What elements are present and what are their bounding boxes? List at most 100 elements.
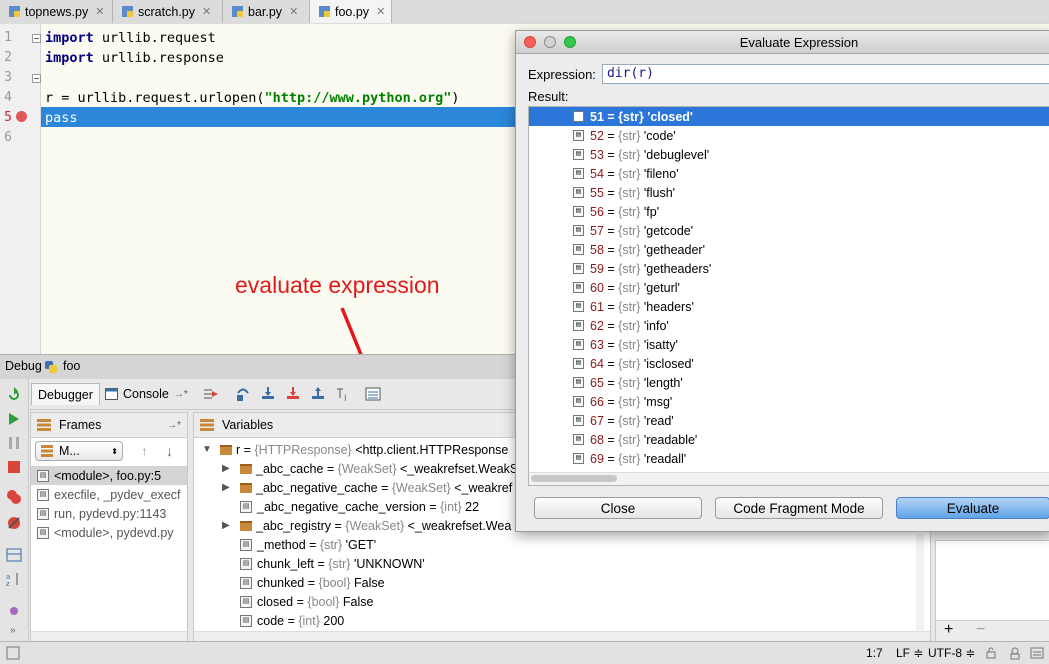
frame-item[interactable]: ▤ run, pydevd.py:1143 [37,504,166,523]
breakpoint-icon[interactable] [16,111,27,122]
variable-row[interactable]: ▤ chunked = {bool} False [222,573,385,592]
line-separator[interactable]: LF ≑ [896,646,923,660]
close-tab-icon[interactable]: ✕ [202,5,211,18]
rerun-icon[interactable] [6,387,22,403]
frame-item[interactable]: ▤ <module>, pydevd.py [37,523,174,542]
tool-window-toggle-icon[interactable] [6,646,20,660]
variable-row[interactable]: ▤ closed = {bool} False [222,592,373,611]
fold-icon[interactable] [32,34,41,43]
show-execution-point-icon[interactable] [203,386,219,402]
more-icon[interactable]: » [10,625,16,636]
tab-debugger[interactable]: Debugger [31,383,100,405]
tab-foo[interactable]: foo.py ✕ [310,0,392,23]
previous-frame-icon[interactable]: ↑ [141,443,148,459]
debug-left-toolbar: az » [0,379,29,641]
result-row[interactable]: ▤ 59 = {str} 'getheaders' [529,259,1049,278]
result-type: {str} [618,318,641,333]
result-type: {str} [618,185,641,200]
result-row[interactable]: ▤ 52 = {str} 'code' [529,126,1049,145]
view-breakpoints-icon[interactable] [6,489,22,505]
variable-row[interactable]: ▤ _method = {str} 'GET' [222,535,376,554]
result-row[interactable]: ▤ 56 = {str} 'fp' [529,202,1049,221]
lock-icon[interactable] [985,647,997,659]
result-row[interactable]: ▤ 62 = {str} 'info' [529,316,1049,335]
layout-icon[interactable] [6,547,22,563]
file-encoding[interactable]: UTF-8 ≑ [928,646,975,660]
result-row[interactable]: ▤ 63 = {str} 'isatty' [529,335,1049,354]
resume-icon[interactable] [6,411,22,427]
result-row[interactable]: ▤ 65 = {str} 'length' [529,373,1049,392]
result-row[interactable]: ▤ 68 = {str} 'readable' [529,430,1049,449]
variable-row[interactable]: ▤ code = {int} 200 [222,611,344,630]
next-frame-icon[interactable]: ↓ [166,443,173,459]
evaluate-expression-icon[interactable] [365,386,381,402]
expanded-arrow-icon[interactable]: ▼ [202,444,212,455]
result-row[interactable]: ▤ 69 = {str} 'readall' [529,449,1049,468]
close-tab-icon[interactable]: ✕ [95,5,104,18]
line-number: 3 [4,70,12,85]
tab-bar[interactable]: bar.py ✕ [223,0,310,23]
expand-arrow-icon[interactable]: ▶ [222,520,232,531]
tab-console[interactable]: Console →* [99,383,194,405]
equals-sign: = [377,480,392,495]
expand-arrow-icon[interactable]: ▶ [222,482,232,493]
result-row[interactable]: ▤ 61 = {str} 'headers' [529,297,1049,316]
event-log-icon[interactable] [1030,646,1044,660]
result-row[interactable]: ▤ 54 = {str} 'fileno' [529,164,1049,183]
scrollbar-thumb[interactable] [531,475,617,482]
result-row[interactable]: ▤ 58 = {str} 'getheader' [529,240,1049,259]
result-tree[interactable]: ▤ 51 = {str} 'closed' ▤ 52 = {str} 'code' ▤ 5… [528,106,1049,486]
sort-alphabetically-icon[interactable]: az [6,571,22,587]
frame-item[interactable]: ▤ <module>, foo.py:5 [37,466,161,485]
fold-icon[interactable] [32,74,41,83]
line-number: 4 [4,90,12,105]
hector-icon[interactable] [1008,646,1022,660]
close-tab-icon[interactable]: ✕ [376,5,385,18]
result-row[interactable]: ▤ 55 = {str} 'flush' [529,183,1049,202]
stop-icon[interactable] [6,459,22,475]
variable-type: {WeakSet} [337,461,397,476]
frame-item[interactable]: ▤ execfile, _pydev_execf [37,485,180,504]
result-row[interactable]: ▤ 60 = {str} 'geturl' [529,278,1049,297]
object-icon [240,520,252,531]
horizontal-scrollbar[interactable] [31,631,187,641]
expand-arrow-icon[interactable]: ▶ [222,463,232,474]
tab-topnews[interactable]: topnews.py ✕ [0,0,113,23]
step-out-icon[interactable] [310,386,326,402]
result-row[interactable]: ▤ 64 = {str} 'isclosed' [529,354,1049,373]
caret-position[interactable]: 1:7 [866,646,883,660]
vertical-scrollbar[interactable] [916,533,924,633]
settings-icon[interactable] [6,603,22,619]
add-watch-button[interactable]: + [944,621,953,639]
variable-row[interactable]: ▼ r = {HTTPResponse} <http.client.HTTPRes… [202,440,508,459]
pause-icon[interactable] [6,435,22,451]
close-tab-icon[interactable]: ✕ [289,5,298,18]
step-over-icon[interactable] [235,386,251,402]
tab-scratch[interactable]: scratch.py ✕ [113,0,223,23]
variable-row[interactable]: ▶ _abc_registry = {WeakSet} <_weakrefset.… [222,516,511,535]
code-fragment-mode-button[interactable]: Code Fragment Mode [715,497,883,519]
remove-watch-button[interactable]: − [976,621,985,639]
result-row[interactable]: ▤ 66 = {str} 'msg' [529,392,1049,411]
mute-breakpoints-icon[interactable] [6,515,22,531]
result-row[interactable]: ▤ 67 = {str} 'read' [529,411,1049,430]
pin-icon[interactable]: →* [167,420,181,431]
expression-input[interactable]: dir(r) [602,64,1049,84]
result-row[interactable]: ▤ 51 = {str} 'closed' [529,107,1049,126]
horizontal-scrollbar[interactable] [194,631,930,641]
variable-value: <_weakref [454,480,513,495]
variable-row[interactable]: ▤ _abc_negative_cache_version = {int} 22 [222,497,479,516]
thread-selector[interactable]: M... ⬍ [35,441,123,461]
variable-row[interactable]: ▤ chunk_left = {str} 'UNKNOWN' [222,554,425,573]
result-row[interactable]: ▤ 57 = {str} 'getcode' [529,221,1049,240]
run-to-cursor-icon[interactable]: I [335,386,351,402]
evaluate-button[interactable]: Evaluate [896,497,1049,519]
variable-row[interactable]: ▶ _abc_cache = {WeakSet} <_weakrefset.Wea… [222,459,518,478]
horizontal-scrollbar[interactable] [529,472,1049,485]
variable-type: {WeakSet} [391,480,451,495]
result-row[interactable]: ▤ 53 = {str} 'debuglevel' [529,145,1049,164]
close-button[interactable]: Close [534,497,702,519]
force-step-into-icon[interactable] [285,386,301,402]
variable-row[interactable]: ▶ _abc_negative_cache = {WeakSet} <_weakr… [222,478,512,497]
step-into-icon[interactable] [260,386,276,402]
